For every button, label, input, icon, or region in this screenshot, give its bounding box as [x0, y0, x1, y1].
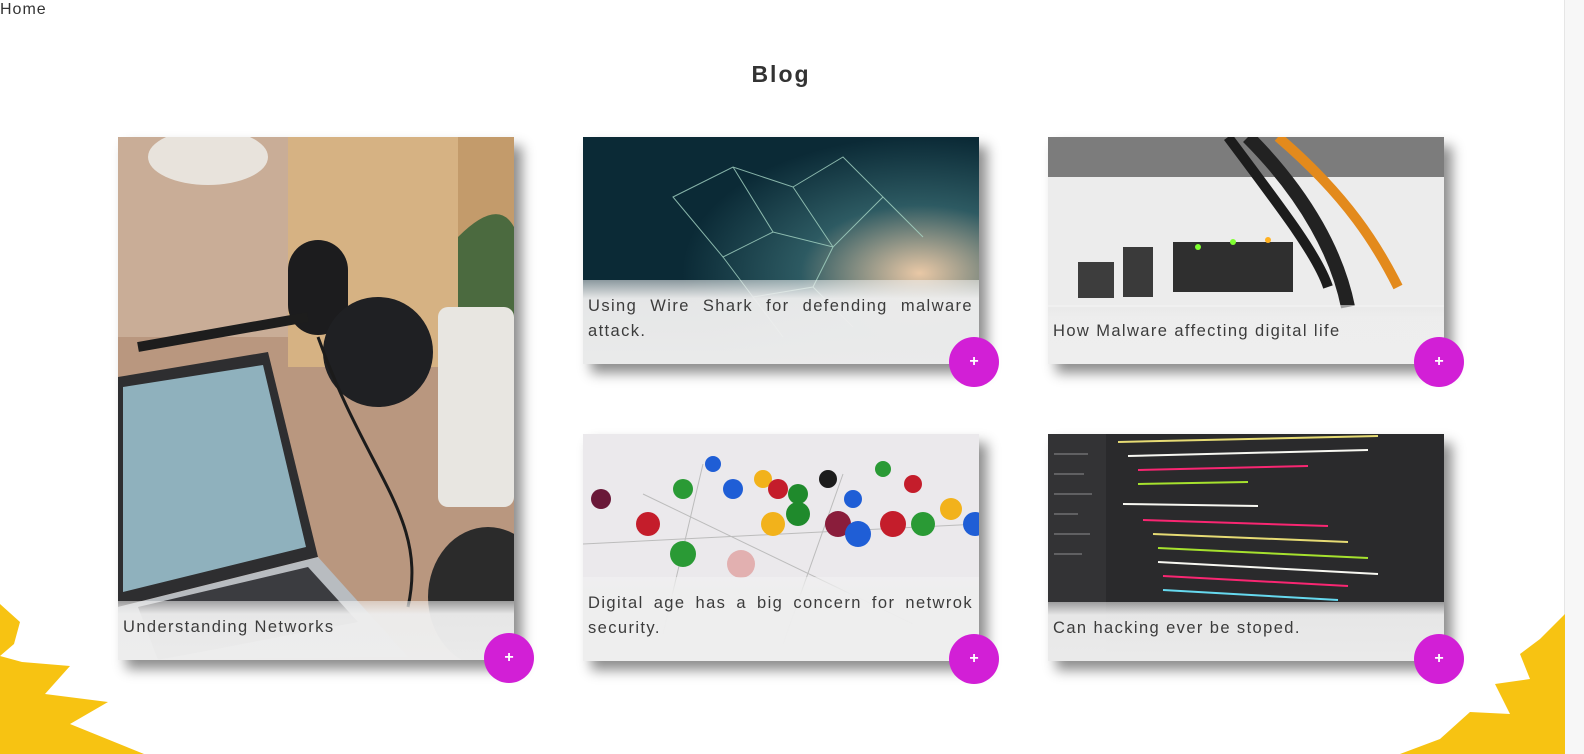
blog-card[interactable]: Using Wire Shark for defending malware a… [583, 137, 999, 387]
read-more-button[interactable]: + [1414, 634, 1464, 684]
microphone-laptop-photo [118, 137, 514, 660]
blog-card[interactable]: Can hacking ever be stoped. + [1048, 434, 1464, 684]
post-title[interactable]: Can hacking ever be stoped. [1048, 602, 1444, 661]
post-title[interactable]: How Malware affecting digital life [1048, 305, 1444, 364]
blog-card[interactable]: Understanding Networks + [118, 137, 534, 683]
post-title[interactable]: Understanding Networks [118, 601, 514, 660]
post-title[interactable]: Using Wire Shark for defending malware a… [583, 280, 979, 364]
read-more-button[interactable]: + [949, 337, 999, 387]
blog-card[interactable]: How Malware affecting digital life + [1048, 137, 1464, 387]
scrollbar[interactable] [1564, 0, 1584, 754]
page-title: Blog [751, 61, 811, 87]
blog-card[interactable]: Digital age has a big concern for netwro… [583, 434, 999, 684]
read-more-button[interactable]: + [1414, 337, 1464, 387]
breadcrumb-home[interactable]: Home [0, 1, 47, 19]
post-title[interactable]: Digital age has a big concern for netwro… [583, 577, 979, 661]
read-more-button[interactable]: + [949, 634, 999, 684]
read-more-button[interactable]: + [484, 633, 534, 683]
